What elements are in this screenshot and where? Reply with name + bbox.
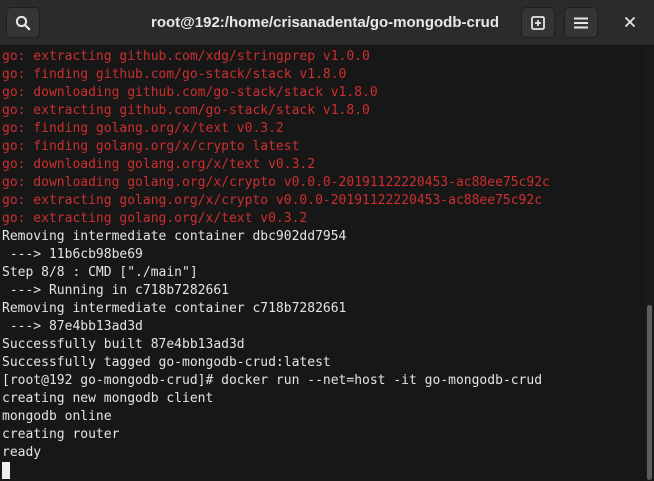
terminal-line: go: downloading github.com/go-stack/stac…	[2, 85, 378, 100]
terminal-window: root@192:/home/crisanadenta/go-mongodb-c…	[0, 0, 654, 481]
window-title: root@192:/home/crisanadenta/go-mongodb-c…	[151, 14, 499, 31]
terminal-line: go: extracting github.com/go-stack/stack…	[2, 103, 370, 118]
terminal-line: Step 8/8 : CMD ["./main"]	[2, 265, 198, 280]
terminal-output[interactable]: go: extracting github.com/xdg/stringprep…	[0, 47, 646, 481]
terminal-line: [root@192 go-mongodb-crud]# docker run -…	[2, 373, 543, 388]
hamburger-menu-icon	[574, 17, 588, 29]
terminal-line: go: downloading golang.org/x/crypto v0.0…	[2, 175, 550, 190]
terminal-line: go: extracting golang.org/x/crypto v0.0.…	[2, 193, 543, 208]
menu-button[interactable]	[564, 7, 598, 38]
terminal-line: Successfully built 87e4bb13ad3d	[2, 337, 245, 352]
text-cursor	[2, 462, 10, 479]
terminal-line: ---> 87e4bb13ad3d	[2, 319, 143, 334]
terminal-line: Successfully tagged go-mongodb-crud:late…	[2, 355, 331, 370]
terminal-line: creating new mongodb client	[2, 391, 214, 406]
terminal-line: ready	[2, 445, 42, 460]
header-bar: root@192:/home/crisanadenta/go-mongodb-c…	[0, 0, 654, 46]
terminal-line: creating router	[2, 427, 120, 442]
terminal-line: Removing intermediate container c718b728…	[2, 301, 347, 316]
search-button[interactable]	[6, 7, 40, 38]
new-tab-icon	[530, 15, 546, 31]
search-icon	[15, 15, 31, 31]
close-icon	[625, 14, 635, 32]
terminal-line: go: extracting golang.org/x/text v0.3.2	[2, 211, 308, 226]
close-button[interactable]	[613, 7, 647, 38]
terminal-line: go: finding github.com/go-stack/stack v1…	[2, 67, 347, 82]
terminal-line: go: downloading golang.org/x/text v0.3.2	[2, 157, 316, 172]
terminal-line: go: finding golang.org/x/text v0.3.2	[2, 121, 284, 136]
terminal-line: Removing intermediate container dbc902dd…	[2, 229, 347, 244]
new-tab-button[interactable]	[521, 7, 555, 38]
terminal-line: ---> 11b6cb98be69	[2, 247, 143, 262]
terminal-line: go: extracting github.com/xdg/stringprep…	[2, 49, 370, 64]
terminal-line: go: finding golang.org/x/crypto latest	[2, 139, 300, 154]
terminal-line: mongodb online	[2, 409, 112, 424]
scrollbar-thumb[interactable]	[647, 305, 652, 480]
terminal-line: ---> Running in c718b7282661	[2, 283, 229, 298]
scrollbar[interactable]	[646, 47, 654, 481]
